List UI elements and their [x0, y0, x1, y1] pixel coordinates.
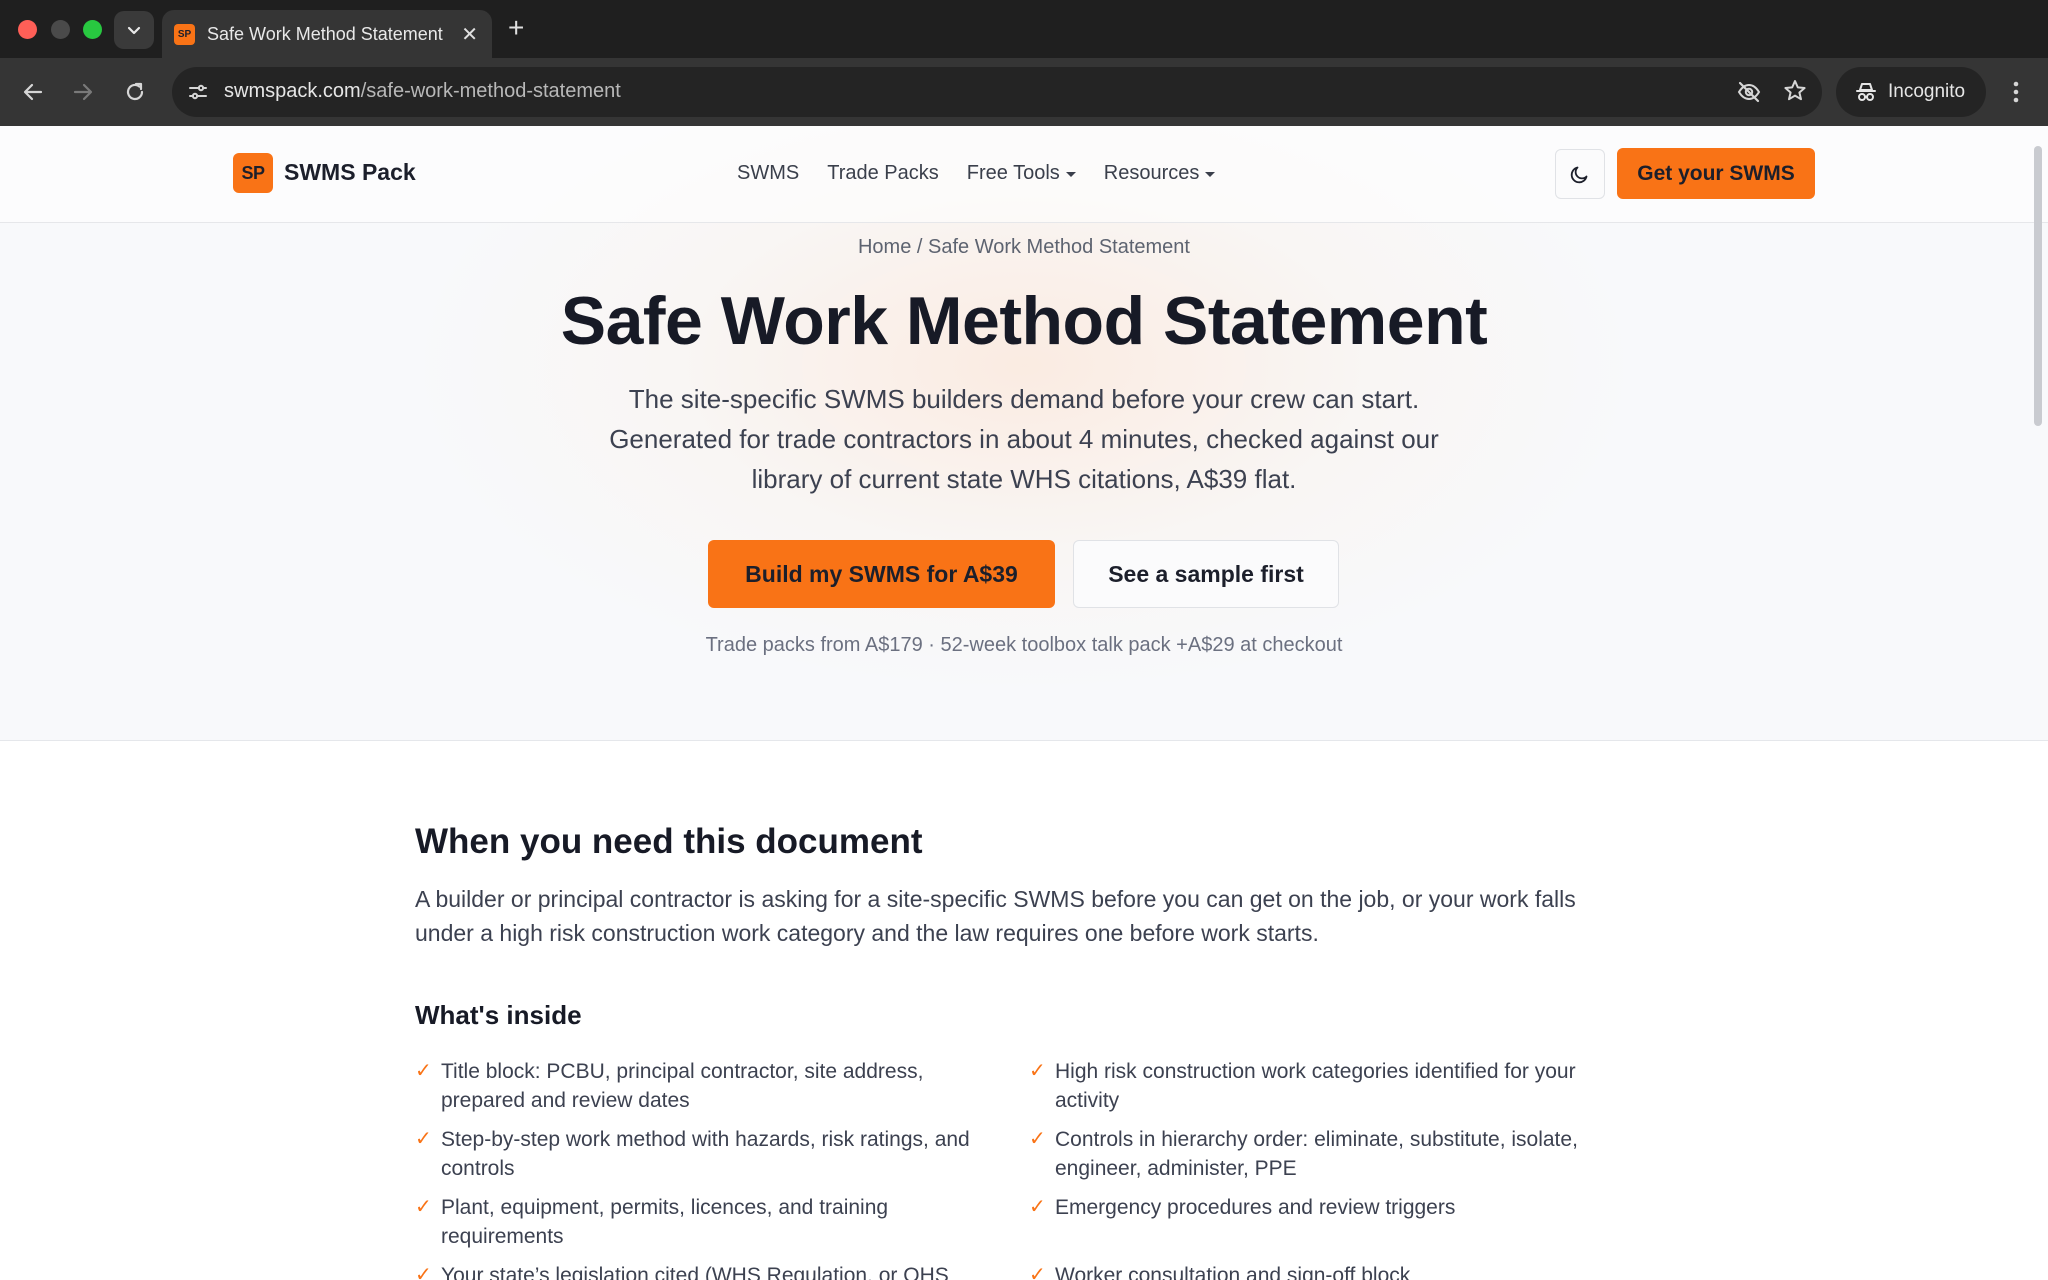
hero-lede: The site-specific SWMS builders demand b…: [609, 384, 1439, 494]
check-icon: ✓: [415, 1060, 432, 1082]
nav-item-free-tools[interactable]: Free Tools: [967, 162, 1076, 185]
favicon: SP: [174, 23, 195, 45]
logo-text[interactable]: SWMS Pack: [284, 159, 416, 186]
browser-tab-bar: SP Safe Work Method Statement ✕ +: [0, 0, 2048, 58]
moon-icon: [1570, 166, 1588, 184]
browser-tab-active[interactable]: SP Safe Work Method Statement ✕: [162, 10, 492, 58]
list-item: ✓ Plant, equipment, permits, licences, an…: [415, 1193, 1029, 1251]
incognito-badge[interactable]: Incognito: [1836, 67, 1986, 117]
close-icon[interactable]: ✕: [461, 22, 478, 47]
url-text: swmspack.com/safe-work-method-statement: [224, 80, 621, 102]
tab-search-button[interactable]: [114, 11, 154, 49]
see-sample-button[interactable]: See a sample first: [1073, 540, 1339, 608]
window-close-button[interactable]: [18, 20, 37, 39]
new-tab-button[interactable]: +: [508, 12, 524, 44]
checklist: ✓ Title block: PCBU, principal contractor…: [415, 1057, 1635, 1280]
theme-toggle-button[interactable]: [1555, 149, 1605, 199]
window-zoom-button[interactable]: [83, 20, 102, 39]
nav-item-resources[interactable]: Resources: [1104, 162, 1216, 185]
check-icon: ✓: [415, 1264, 432, 1280]
check-icon: ✓: [415, 1196, 432, 1218]
arrow-right-icon: [73, 83, 93, 101]
more-vertical-icon[interactable]: [2006, 78, 2026, 106]
pricing-note: Trade packs from A$179 · 52-week toolbox…: [705, 634, 1343, 656]
hero-section: SP SWMS Pack SWMS Trade Packs Free Tools…: [0, 126, 2048, 741]
caret-down-icon: [1065, 172, 1076, 177]
check-icon: ✓: [1029, 1060, 1046, 1082]
eye-off-icon[interactable]: [1736, 79, 1762, 105]
list-item: ✓ High risk construction work categories …: [1029, 1057, 1625, 1115]
reload-button[interactable]: [120, 77, 150, 107]
reload-icon: [126, 82, 144, 101]
back-button[interactable]: [18, 77, 48, 107]
check-icon: ✓: [415, 1128, 432, 1150]
check-icon: ✓: [1029, 1264, 1046, 1280]
list-item: ✓ Title block: PCBU, principal contractor…: [415, 1057, 1029, 1115]
list-item: ✓ Controls in hierarchy order: eliminate,…: [1029, 1125, 1625, 1183]
window-minimize-button[interactable]: [51, 20, 70, 39]
page-scrollbar[interactable]: [2034, 146, 2042, 426]
content-section: When you need this document A builder or…: [415, 822, 1635, 1280]
section-text: A builder or principal contractor is ask…: [415, 886, 1576, 946]
list-item: ✓ Worker consultation and sign-off block: [1029, 1261, 1625, 1280]
chevron-down-icon: [127, 26, 141, 35]
build-swms-button[interactable]: Build my SWMS for A$39: [708, 540, 1055, 608]
page-title: Safe Work Method Statement: [560, 283, 1488, 359]
browser-toolbar: swmspack.com/safe-work-method-statement …: [0, 58, 2048, 126]
check-icon: ✓: [1029, 1196, 1046, 1218]
list-item: ✓ Emergency procedures and review trigger…: [1029, 1193, 1625, 1251]
bookmark-star-icon[interactable]: [1782, 78, 1808, 104]
inside-title: What's inside: [415, 1000, 582, 1030]
get-swms-button[interactable]: Get your SWMS: [1617, 148, 1815, 199]
page-viewport: SP SWMS Pack SWMS Trade Packs Free Tools…: [0, 126, 2048, 1280]
nav-item-trade-packs[interactable]: Trade Packs: [827, 162, 939, 185]
tab-title: Safe Work Method Statement: [207, 23, 443, 44]
nav-item-swms[interactable]: SWMS: [737, 162, 799, 185]
arrow-left-icon: [23, 83, 43, 101]
incognito-icon: [1856, 83, 1876, 101]
main-nav: SWMS Trade Packs Free Tools Resources: [737, 162, 1216, 185]
list-item: ✓ Step-by-step work method with hazards, …: [415, 1125, 1029, 1183]
logo-mark[interactable]: SP: [233, 153, 273, 193]
site-settings-icon[interactable]: [186, 80, 210, 104]
incognito-label: Incognito: [1888, 81, 1966, 102]
site-header: SP SWMS Pack SWMS Trade Packs Free Tools…: [0, 126, 2048, 223]
check-icon: ✓: [1029, 1128, 1046, 1150]
list-item: ✓ Your state’s legislation cited (WHS Reg…: [415, 1261, 1029, 1280]
address-bar[interactable]: swmspack.com/safe-work-method-statement: [172, 67, 1822, 117]
section-title: When you need this document: [415, 822, 923, 861]
forward-button[interactable]: [68, 77, 98, 107]
section-divider: [0, 740, 2048, 741]
breadcrumb[interactable]: Home / Safe Work Method Statement: [0, 236, 2048, 259]
caret-down-icon: [1205, 172, 1216, 177]
